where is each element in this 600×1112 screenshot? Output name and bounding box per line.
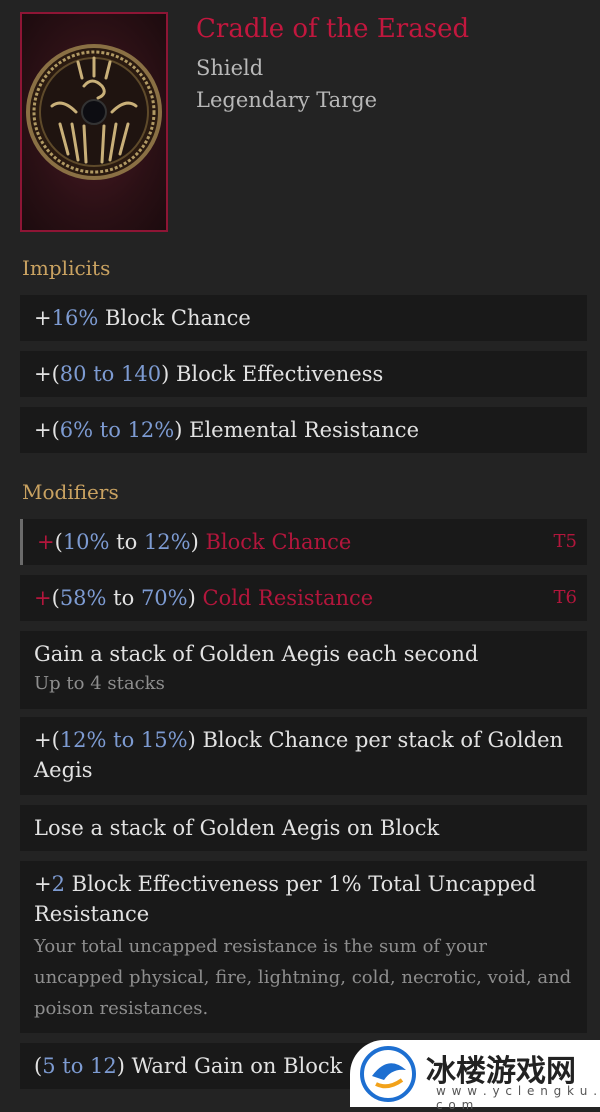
modifier-open: ( [54, 530, 63, 554]
modifier-text: Lose a stack of Golden Aegis on Block [34, 816, 440, 840]
modifier-row: Lose a stack of Golden Aegis on Block [20, 805, 587, 851]
modifier-text: Gain a stack of Golden Aegis each second [34, 642, 479, 666]
tier-badge: T5 [553, 531, 577, 552]
modifier-text: Ward Gain on Block [124, 1054, 343, 1078]
modifier-row: +(10% to 12%) Block Chance T5 [20, 519, 587, 565]
item-icon-frame [20, 12, 168, 232]
modifier-range-to: to [106, 586, 141, 610]
modifier-row: Gain a stack of Golden Aegis each second… [20, 631, 587, 709]
modifier-value-max: 70% [140, 586, 188, 610]
modifiers-heading: Modifiers [22, 480, 119, 504]
modifier-line: +2 Block Effectiveness per 1% Total Unca… [34, 861, 573, 929]
modifier-prefix: ( [34, 1054, 43, 1078]
watermark-url: w w w . y c l e n g k u . c o m [436, 1084, 599, 1112]
tier-badge: T6 [553, 587, 577, 608]
modifier-value: 2 [51, 872, 65, 896]
modifier-close: ) [187, 586, 196, 610]
watermark-overlay: 冰楼游戏网 w w w . y c l e n g k u . c o m [350, 1040, 600, 1112]
modifier-text: Cold Resistance [195, 586, 374, 610]
modifier-value-min: 10% [62, 530, 110, 554]
modifier-value-min: 12% [59, 728, 107, 752]
implicit-value-min: 6% [59, 418, 94, 442]
implicit-row: +(6% to 12%) Elemental Resistance [20, 407, 587, 453]
implicit-text: Elemental Resistance [182, 418, 420, 442]
modifier-line: +(12% to 15%) Block Chance per stack of … [34, 717, 573, 785]
modifier-close: ) [190, 530, 199, 554]
implicit-prefix: +( [34, 418, 60, 442]
modifier-subtext: Your total uncapped resistance is the su… [34, 936, 572, 1019]
implicit-text: Block Chance [98, 306, 251, 330]
implicit-text: Block Effectiveness [169, 362, 384, 386]
modifier-suffix: ) [187, 728, 196, 752]
item-name: Cradle of the Erased [196, 14, 470, 44]
modifier-value-min: 5 [42, 1054, 56, 1078]
implicits-heading: Implicits [22, 256, 111, 280]
item-header: Cradle of the Erased Shield Legendary Ta… [0, 0, 600, 245]
modifier-range-to: to [109, 530, 144, 554]
modifier-prefix: + [34, 872, 52, 896]
modifier-row: +2 Block Effectiveness per 1% Total Unca… [20, 861, 587, 1033]
modifier-suffix: ) [116, 1054, 125, 1078]
modifier-text: Block Effectiveness per 1% Total Uncappe… [34, 872, 536, 926]
modifier-prefix: + [34, 586, 52, 610]
watermark-logo-icon [360, 1046, 416, 1102]
sun-shield-icon [26, 44, 162, 180]
modifier-value-max: 12% [143, 530, 191, 554]
modifier-prefix: +( [34, 728, 60, 752]
implicit-prefix: + [34, 306, 52, 330]
implicit-value: 16% [51, 306, 99, 330]
item-type: Shield [196, 56, 264, 80]
implicit-row: +16% Block Chance [20, 295, 587, 341]
implicit-value-min: 80 [59, 362, 87, 386]
implicit-range-to: to [86, 362, 121, 386]
implicit-prefix: +( [34, 362, 60, 386]
implicit-row: +(80 to 140) Block Effectiveness [20, 351, 587, 397]
implicit-value-max: 12% [127, 418, 175, 442]
modifier-range-to: to [55, 1054, 91, 1078]
modifier-row: +(58% to 70%) Cold Resistance T6 [20, 575, 587, 621]
item-base-type: Legendary Targe [196, 88, 378, 112]
modifier-range-to: to [106, 728, 141, 752]
modifier-value-min: 58% [59, 586, 107, 610]
modifier-value-max: 15% [140, 728, 188, 752]
modifier-value-max: 12 [90, 1054, 117, 1078]
implicit-range-to: to [93, 418, 128, 442]
modifier-text: Block Chance [198, 530, 352, 554]
modifier-prefix: + [37, 530, 55, 554]
implicit-value-max: 140 [120, 362, 162, 386]
modifier-row: +(12% to 15%) Block Chance per stack of … [20, 717, 587, 795]
modifier-open: ( [51, 586, 60, 610]
modifier-subtext: Up to 4 stacks [34, 673, 165, 694]
